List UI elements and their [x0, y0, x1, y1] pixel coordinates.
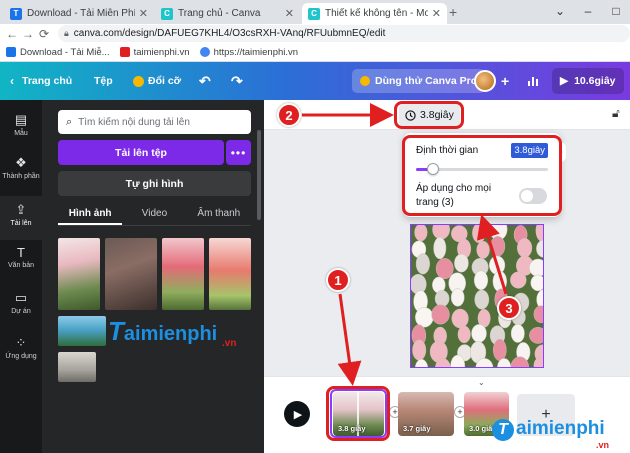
- step-marker-2: 2: [277, 103, 301, 127]
- step-marker-1: 1: [326, 268, 350, 292]
- step-marker-3: 3: [497, 296, 521, 320]
- annotation-arrows: [302, 103, 508, 386]
